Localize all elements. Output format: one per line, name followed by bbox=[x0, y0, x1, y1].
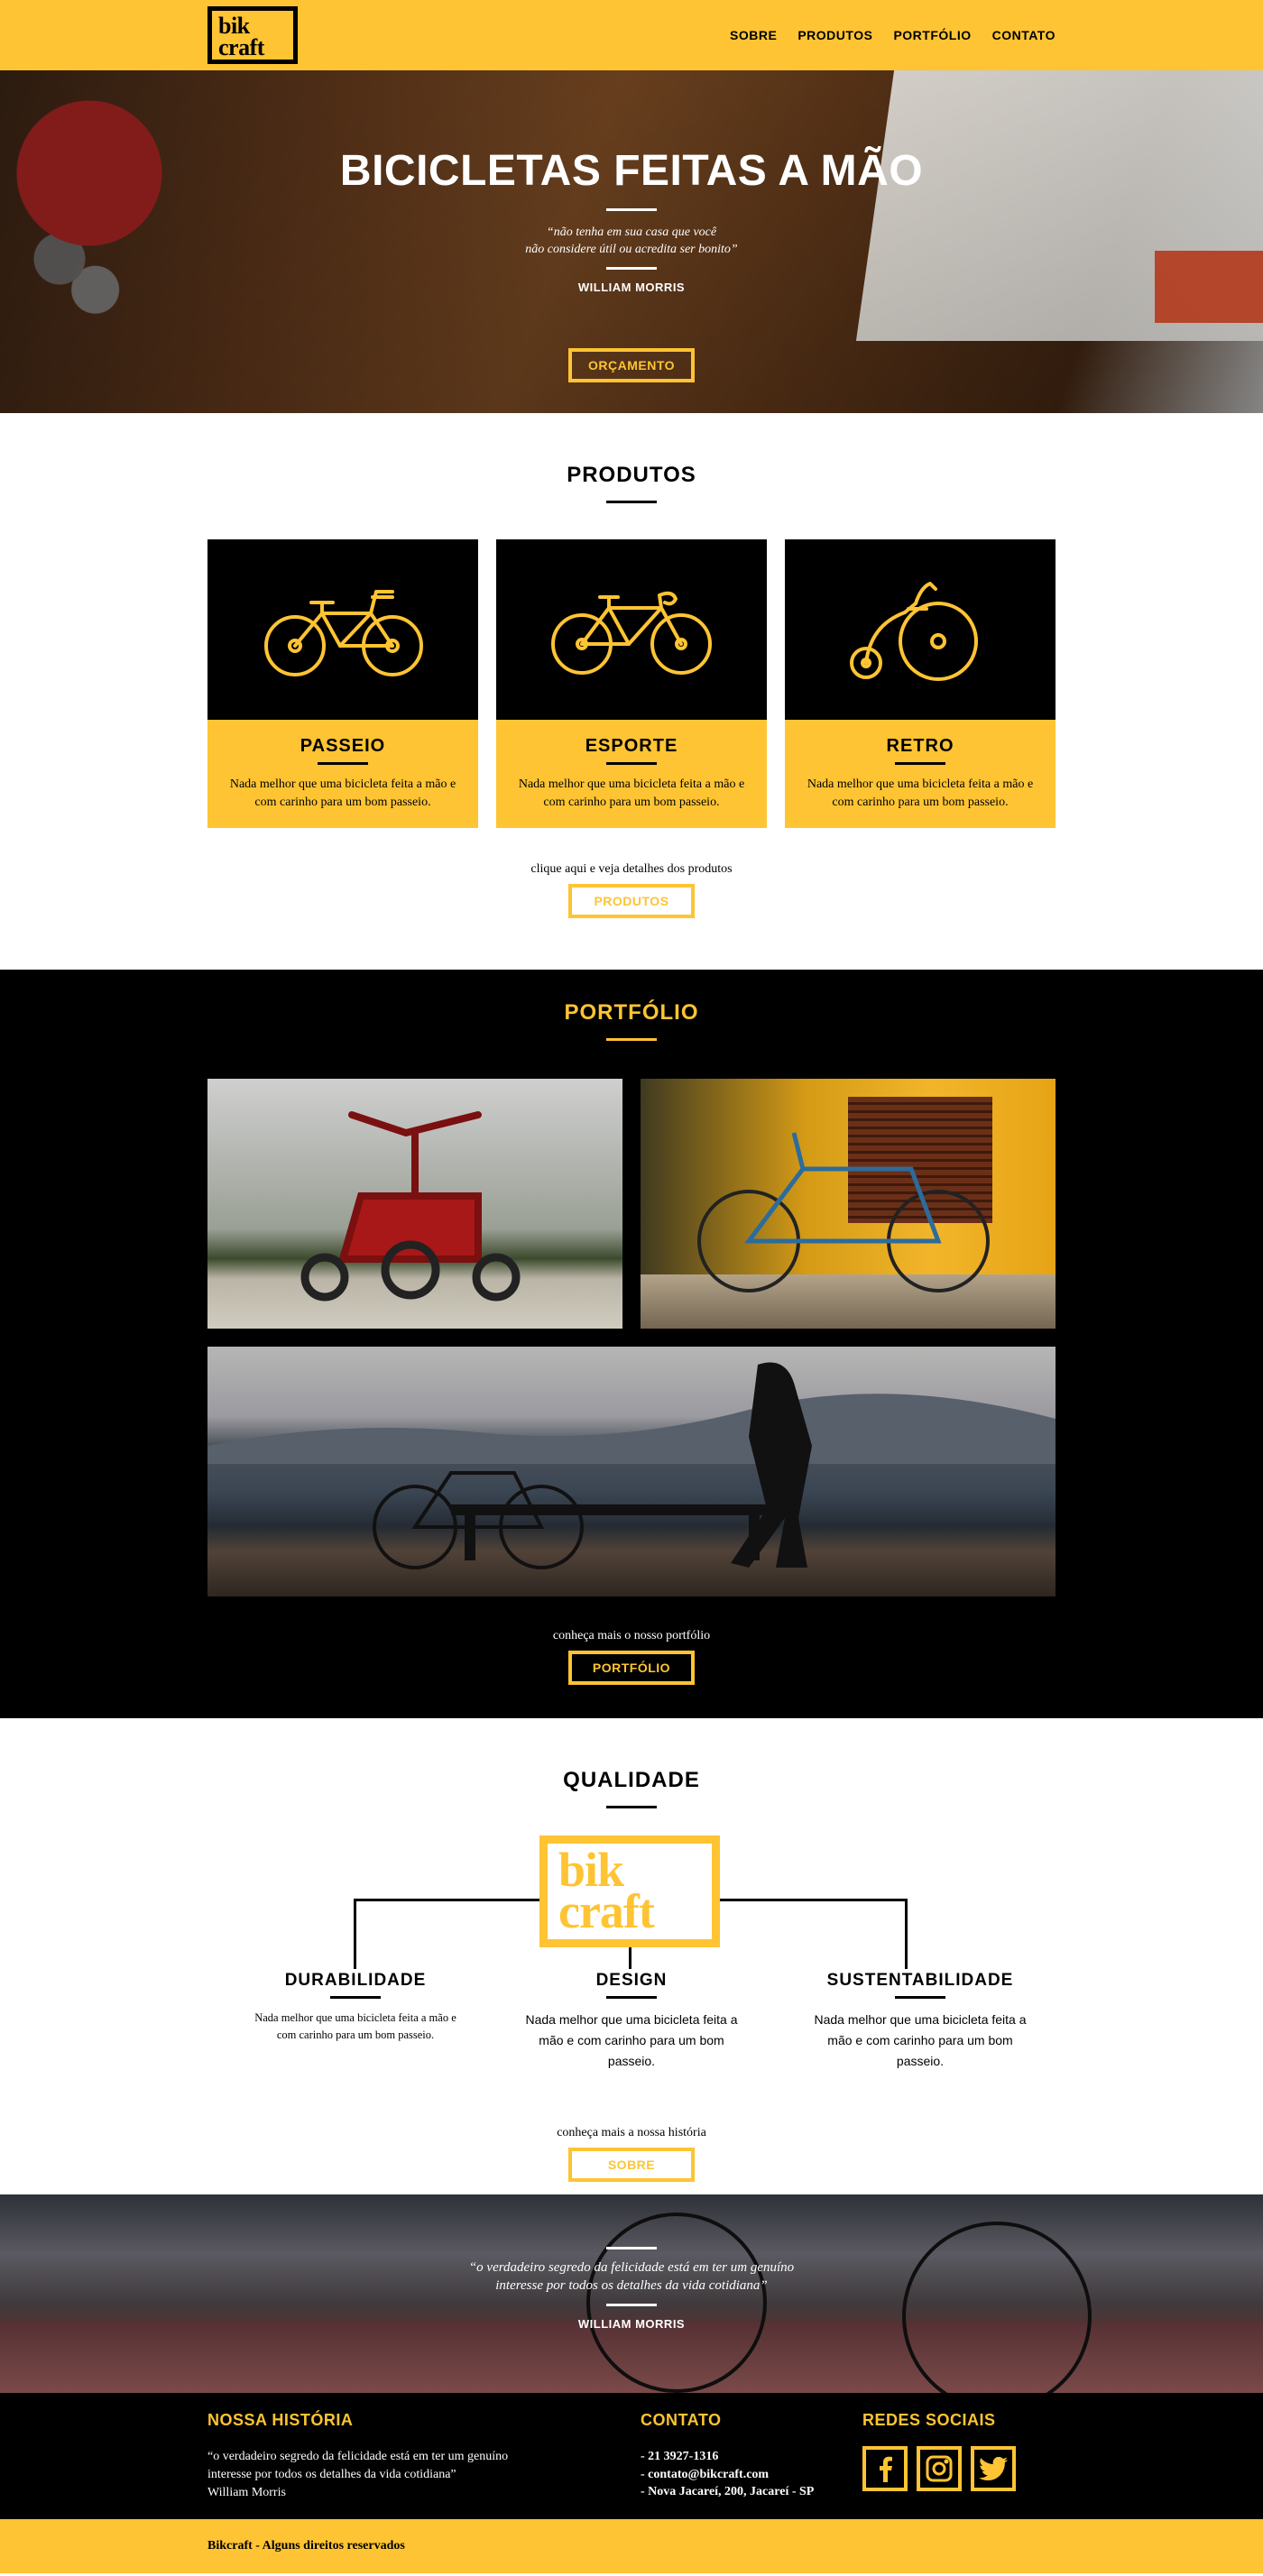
site-footer: NOSSA HISTÓRIA “o verdadeiro segredo da … bbox=[0, 2393, 1263, 2519]
blue-bicycle-yellow-wall-photo[interactable] bbox=[641, 1079, 1056, 1329]
quality-design: DESIGN Nada melhor que uma bicicleta fei… bbox=[523, 1971, 740, 2072]
connector-right bbox=[720, 1899, 908, 1901]
nav-sobre[interactable]: SOBRE bbox=[730, 28, 777, 42]
quality-description: Nada melhor que uma bicicleta feita a mã… bbox=[254, 2011, 456, 2041]
sea-scene-illustration bbox=[207, 1362, 1056, 1569]
product-description: Nada melhor que uma bicicleta feita a mã… bbox=[807, 777, 1034, 809]
product-name: PASSEIO bbox=[300, 736, 386, 756]
quote-banner: “o verdadeiro segredo da felicidade está… bbox=[0, 2194, 1263, 2393]
footer-historia-text: “o verdadeiro segredo da felicidade está… bbox=[207, 2450, 509, 2499]
produtos-button[interactable]: PRODUTOS bbox=[568, 884, 695, 918]
qualidade-cta-text: conheça mais a nossa história bbox=[557, 2126, 706, 2139]
hero-section: BICICLETAS FEITAS A MÃO “não tenha em su… bbox=[0, 70, 1263, 413]
copyright-bar: Bikcraft - Alguns direitos reservados bbox=[0, 2519, 1263, 2573]
product-card-retro[interactable]: RETRO Nada melhor que uma bicicleta feit… bbox=[785, 539, 1056, 828]
footer-historia-title: NOSSA HISTÓRIA bbox=[207, 2411, 354, 2429]
hero-author: WILLIAM MORRIS bbox=[577, 281, 686, 294]
quality-description: Nada melhor que uma bicicleta feita a mã… bbox=[525, 2012, 738, 2068]
quality-durabilidade: DURABILIDADE Nada melhor que uma bicicle… bbox=[247, 1971, 464, 2044]
portfolio-cta-text: conheça mais o nosso portfólio bbox=[552, 1629, 711, 1642]
quality-sustentabilidade: SUSTENTABILIDADE Nada melhor que uma bic… bbox=[812, 1971, 1028, 2072]
hero-divider-2 bbox=[606, 267, 657, 270]
banner-divider bbox=[606, 2247, 657, 2249]
produtos-divider bbox=[606, 501, 657, 503]
qualidade-title: QUALIDADE bbox=[563, 1768, 700, 1792]
qualidade-diagram: bik craft DURABILIDADE Nada melhor que um… bbox=[207, 1835, 1056, 2106]
produtos-section: PRODUTOS PASSEIO Nada melhor que uma bic… bbox=[0, 413, 1263, 970]
product-description: Nada melhor que uma bicicleta feita a mã… bbox=[229, 777, 456, 809]
instagram-icon[interactable] bbox=[917, 2446, 962, 2491]
product-name: RETRO bbox=[886, 736, 954, 756]
orcamento-button[interactable]: ORÇAMENTO bbox=[568, 348, 695, 382]
hero-quote: “não tenha em sua casa que você não consi… bbox=[525, 225, 738, 256]
sport-bicycle-icon bbox=[551, 591, 712, 675]
product-divider bbox=[895, 762, 945, 765]
bicycle-illustration bbox=[697, 1132, 990, 1293]
produtos-cta-text: clique aqui e veja detalhes dos produtos bbox=[530, 862, 733, 876]
hero-title: BICICLETAS FEITAS A MÃO bbox=[339, 147, 924, 195]
main-nav: SOBRE PRODUTOS PORTFÓLIO CONTATO bbox=[709, 28, 1056, 42]
banner-author: WILLIAM MORRIS bbox=[577, 2317, 686, 2331]
footer-contato: CONTATO - 21 3927-1316 - contato@bikcraf… bbox=[641, 2411, 862, 2502]
sobre-button[interactable]: SOBRE bbox=[568, 2148, 695, 2182]
contact-phone[interactable]: - 21 3927-1316 bbox=[641, 2448, 862, 2466]
logo-line2: craft bbox=[218, 34, 264, 60]
portfolio-title: PORTFÓLIO bbox=[564, 1000, 699, 1025]
tricycle-illustration bbox=[300, 1111, 521, 1302]
connector-left-down bbox=[354, 1899, 356, 1969]
quality-name: DESIGN bbox=[595, 1971, 668, 1990]
site-header: bik craft SOBRE PRODUTOS PORTFÓLIO CONTA… bbox=[0, 0, 1263, 70]
facebook-icon[interactable] bbox=[862, 2446, 908, 2491]
footer-social: REDES SOCIAIS bbox=[862, 2411, 1016, 2502]
product-name: ESPORTE bbox=[585, 736, 678, 756]
footer-contato-title: CONTATO bbox=[641, 2411, 722, 2429]
product-card-passeio[interactable]: PASSEIO Nada melhor que uma bicicleta fe… bbox=[207, 539, 478, 828]
bikcraft-logo[interactable]: bik craft bbox=[207, 6, 298, 64]
portfolio-section: PORTFÓLIO conheça mais o nosso portfólio… bbox=[0, 970, 1263, 1718]
twitter-icon[interactable] bbox=[971, 2446, 1016, 2491]
quality-name: DURABILIDADE bbox=[284, 1971, 427, 1990]
footer-historia: NOSSA HISTÓRIA “o verdadeiro segredo da … bbox=[207, 2411, 641, 2502]
quality-name: SUSTENTABILIDADE bbox=[826, 1971, 1014, 1990]
produtos-title: PRODUTOS bbox=[567, 463, 696, 487]
city-bicycle-icon bbox=[264, 590, 423, 676]
footer-social-title: REDES SOCIAIS bbox=[862, 2411, 996, 2429]
penny-farthing-icon bbox=[850, 582, 978, 681]
nav-contato[interactable]: CONTATO bbox=[992, 28, 1056, 42]
product-divider bbox=[318, 762, 368, 765]
quality-divider bbox=[330, 1996, 381, 1999]
nav-produtos[interactable]: PRODUTOS bbox=[797, 28, 872, 42]
nav-portfolio[interactable]: PORTFÓLIO bbox=[893, 28, 971, 42]
product-divider bbox=[606, 762, 657, 765]
hero-divider bbox=[606, 208, 657, 211]
qualidade-divider bbox=[606, 1806, 657, 1808]
contact-email[interactable]: - contato@bikcraft.com bbox=[641, 2466, 862, 2484]
bicycle-by-the-sea-photo[interactable] bbox=[207, 1347, 1056, 1596]
product-card-esporte[interactable]: ESPORTE Nada melhor que uma bicicleta fe… bbox=[496, 539, 767, 828]
connector-center-down bbox=[629, 1947, 632, 1969]
connector-right-down bbox=[905, 1899, 908, 1969]
bikcraft-logo-large: bik craft bbox=[539, 1835, 720, 1947]
red-tricycle-photo[interactable] bbox=[207, 1079, 622, 1329]
product-description: Nada melhor que uma bicicleta feita a mã… bbox=[518, 777, 745, 809]
quality-description: Nada melhor que uma bicicleta feita a mã… bbox=[814, 2012, 1027, 2068]
portfolio-divider bbox=[606, 1038, 657, 1041]
qualidade-section: QUALIDADE bik craft DURABILIDADE Nada mel… bbox=[0, 1718, 1263, 2194]
contact-address: - Nova Jacareí, 200, Jacareí - SP bbox=[641, 2485, 815, 2498]
connector-left bbox=[354, 1899, 539, 1901]
banner-divider-2 bbox=[606, 2304, 657, 2306]
quality-divider bbox=[606, 1996, 657, 1999]
quality-divider bbox=[895, 1996, 945, 1999]
portfolio-button[interactable]: PORTFÓLIO bbox=[568, 1651, 695, 1685]
copyright-text: Bikcraft - Alguns direitos reservados bbox=[207, 2539, 405, 2553]
banner-quote: “o verdadeiro segredo da felicidade está… bbox=[468, 2260, 795, 2293]
